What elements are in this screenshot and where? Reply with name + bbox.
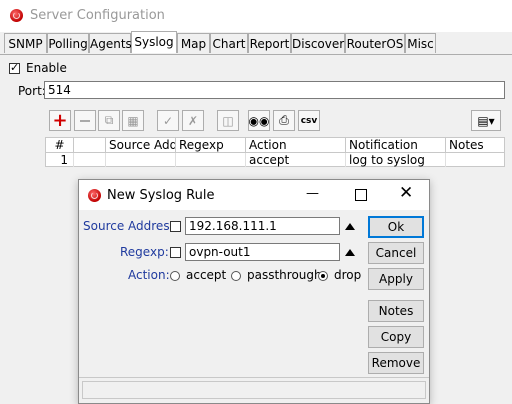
app-logo-icon <box>10 9 23 22</box>
enable-label: Enable <box>26 61 67 75</box>
source-address-collapse-icon[interactable] <box>345 223 355 230</box>
action-radio-accept[interactable] <box>170 271 180 281</box>
print-icon: ⎙ <box>279 113 289 127</box>
remove-button[interactable] <box>74 110 96 131</box>
column-header-notes[interactable]: Notes <box>446 138 504 153</box>
disable-button[interactable]: ✗ <box>182 110 204 131</box>
maximize-icon[interactable] <box>355 189 367 201</box>
window-title: Server Configuration <box>30 8 165 23</box>
new-syslog-rule-dialog: New Syslog Rule — ✕ Source Address: 192.… <box>78 179 430 404</box>
column-header-regexp[interactable]: Regexp <box>176 138 246 153</box>
action-label: Action: <box>128 268 170 282</box>
dialog-title-bar: New Syslog Rule — ✕ <box>79 180 429 210</box>
copy-button[interactable]: Copy <box>368 326 424 348</box>
column-header-action[interactable]: Action <box>246 138 346 153</box>
port-field[interactable]: 514 <box>44 81 505 99</box>
copy-button[interactable]: ⧉ <box>98 110 120 131</box>
action-radio-passthrough[interactable] <box>231 271 241 281</box>
columns-menu-button[interactable]: ▤▾ <box>471 110 501 131</box>
close-icon[interactable]: ✕ <box>399 183 413 203</box>
add-button[interactable]: + <box>49 110 71 131</box>
dialog-divider <box>79 377 429 378</box>
find-icon: ◉◉ <box>248 113 270 128</box>
source-address-field[interactable]: 192.168.111.1 <box>185 217 340 235</box>
notes-button[interactable]: Notes <box>368 300 424 322</box>
enable-checkbox[interactable] <box>9 61 20 74</box>
tab-report[interactable]: Report <box>248 33 291 53</box>
column-header-source-address[interactable]: Source Add... <box>106 138 176 153</box>
syslog-rules-table: # Source Add... Regexp Action Notificati… <box>45 137 505 167</box>
regexp-value: ovpn-out1 <box>189 245 251 259</box>
comment-icon: ◫ <box>222 113 234 128</box>
csv-icon: csv <box>300 115 318 126</box>
action-option-passthrough-label: passthrough <box>247 268 322 282</box>
tab-chart[interactable]: Chart <box>210 33 248 53</box>
column-header-flags[interactable] <box>74 138 106 153</box>
tab-bar: SNMP Polling Agents Syslog Map Chart Rep… <box>0 31 512 55</box>
row-source-address-cell[interactable] <box>106 153 176 167</box>
ok-button[interactable]: Ok <box>368 216 424 238</box>
copy-icon: ⧉ <box>104 113 114 127</box>
disable-icon: ✗ <box>187 113 199 128</box>
apply-button[interactable]: Apply <box>368 268 424 290</box>
server-configuration-window: Server Configuration SNMP Polling Agents… <box>0 0 512 404</box>
columns-icon: ▤▾ <box>477 113 495 128</box>
tab-polling[interactable]: Polling <box>47 33 89 53</box>
row-notes-cell[interactable] <box>446 153 504 167</box>
print-button[interactable]: ⎙ <box>273 110 295 131</box>
row-regexp-cell[interactable] <box>176 153 246 167</box>
port-value: 514 <box>48 83 71 97</box>
column-header-number[interactable]: # <box>46 138 74 153</box>
action-option-drop-label: drop <box>334 268 362 282</box>
add-icon: + <box>52 110 68 131</box>
action-option-accept-label: accept <box>186 268 227 282</box>
remove-button[interactable]: Remove <box>368 352 424 374</box>
row-action-cell[interactable]: accept <box>246 153 346 167</box>
source-address-label: Source Address: <box>83 219 180 233</box>
row-number-cell[interactable]: 1 <box>46 153 74 167</box>
cancel-button[interactable]: Cancel <box>368 242 424 264</box>
regexp-negate-checkbox[interactable] <box>170 247 181 258</box>
csv-button[interactable]: csv <box>298 110 320 131</box>
paste-button[interactable]: ▦ <box>122 110 144 131</box>
row-notification-cell[interactable]: log to syslog <box>346 153 446 167</box>
tab-snmp[interactable]: SNMP <box>4 33 47 53</box>
regexp-label: Regexp: <box>120 245 169 259</box>
tab-discover[interactable]: Discover <box>291 33 345 53</box>
enable-icon: ✓ <box>162 113 174 128</box>
source-address-value: 192.168.111.1 <box>189 219 277 233</box>
regexp-field[interactable]: ovpn-out1 <box>185 243 340 261</box>
source-address-negate-checkbox[interactable] <box>170 221 181 232</box>
row-flags-cell[interactable] <box>74 153 106 167</box>
remove-icon <box>80 119 90 122</box>
dialog-app-icon <box>88 189 101 202</box>
regexp-collapse-icon[interactable] <box>345 249 355 256</box>
dialog-status-bar <box>82 381 426 399</box>
minimize-icon[interactable]: — <box>306 186 319 201</box>
tab-routeros[interactable]: RouterOS <box>345 33 405 53</box>
column-header-notification[interactable]: Notification <box>346 138 446 153</box>
tab-map[interactable]: Map <box>177 33 210 53</box>
action-radio-drop[interactable] <box>318 271 328 281</box>
tab-misc[interactable]: Misc <box>405 33 436 53</box>
comment-button[interactable]: ◫ <box>217 110 239 131</box>
find-button[interactable]: ◉◉ <box>248 110 270 131</box>
paste-icon: ▦ <box>127 113 139 128</box>
tab-agents[interactable]: Agents <box>89 33 132 53</box>
port-label: Port: <box>18 84 46 98</box>
enable-button[interactable]: ✓ <box>157 110 179 131</box>
tab-syslog[interactable]: Syslog <box>131 31 177 53</box>
title-bar: Server Configuration <box>0 0 512 32</box>
dialog-title: New Syslog Rule <box>107 188 215 203</box>
